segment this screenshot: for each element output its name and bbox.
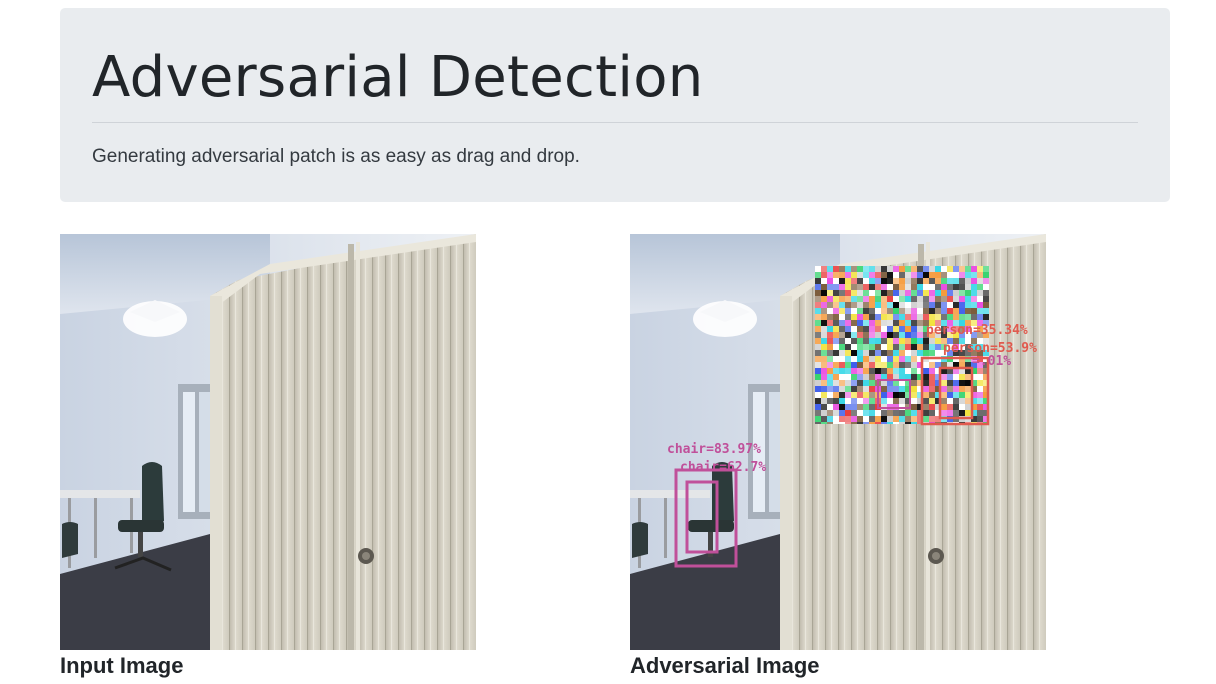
detection-label-chair-2: chair=62.7% — [680, 460, 766, 475]
adversarial-image-caption: Adversarial Image — [630, 653, 820, 678]
adversarial-photo-drawing: chair=83.97% chair=62.7% person=35.34% p… — [630, 234, 1046, 650]
adversarial-panel: chair=83.97% chair=62.7% person=35.34% p… — [630, 234, 1046, 680]
page-title: Adversarial Detection — [92, 45, 704, 110]
input-photo-drawing — [60, 234, 476, 650]
header-jumbotron: Adversarial Detection Generating adversa… — [60, 8, 1170, 202]
page-subtitle: Generating adversarial patch is as easy … — [92, 146, 580, 167]
detection-label-chair-1: chair=83.97% — [667, 442, 761, 457]
input-panel: Input Image — [60, 234, 476, 680]
adversarial-image[interactable]: chair=83.97% chair=62.7% person=35.34% p… — [630, 234, 1046, 650]
detection-label-small: =.01% — [972, 354, 1011, 369]
header-divider — [92, 122, 1138, 123]
detection-label-person-1: person=35.34% — [926, 323, 1028, 338]
input-image[interactable] — [60, 234, 476, 650]
input-image-caption: Input Image — [60, 653, 184, 678]
